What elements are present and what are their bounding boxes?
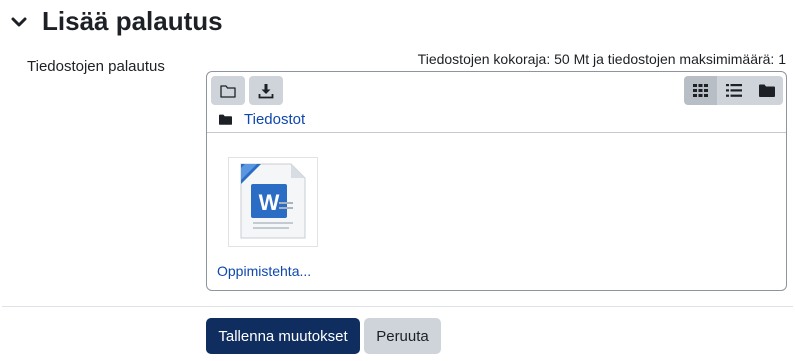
add-file-button[interactable] <box>211 76 245 105</box>
word-document-icon: W <box>240 163 306 239</box>
breadcrumb: Tiedostot <box>219 111 305 128</box>
list-icon <box>725 84 742 97</box>
folder-tree-icon <box>758 84 775 97</box>
form-divider <box>2 306 793 307</box>
save-changes-button[interactable]: Tallenna muutokset <box>206 318 360 354</box>
icon-view-button[interactable] <box>684 76 717 105</box>
chevron-down-icon[interactable] <box>10 13 28 31</box>
section-title: Lisää palautus <box>42 6 223 36</box>
download-all-button[interactable] <box>249 76 283 105</box>
cancel-button[interactable]: Peruuta <box>364 318 441 354</box>
section-header[interactable]: Lisää palautus <box>10 6 223 37</box>
file-limits-text: Tiedostojen kokoraja: 50 Mt ja tiedostoj… <box>417 51 786 67</box>
file-manager: Tiedostot W Oppimistehta... <box>206 71 787 291</box>
grid-icon <box>693 84 708 97</box>
tree-view-button[interactable] <box>750 76 783 105</box>
file-manager-divider <box>207 132 786 133</box>
breadcrumb-files-link[interactable]: Tiedostot <box>244 111 305 128</box>
list-view-button[interactable] <box>717 76 750 105</box>
folder-icon <box>219 114 232 125</box>
file-thumbnail[interactable]: W <box>228 157 318 247</box>
view-switcher <box>684 76 783 105</box>
file-name-link[interactable]: Oppimistehta... <box>217 263 311 279</box>
download-icon <box>258 83 274 98</box>
svg-text:W: W <box>259 190 280 215</box>
file-submission-label: Tiedostojen palautus <box>27 58 165 75</box>
folder-outline-icon <box>220 84 236 98</box>
